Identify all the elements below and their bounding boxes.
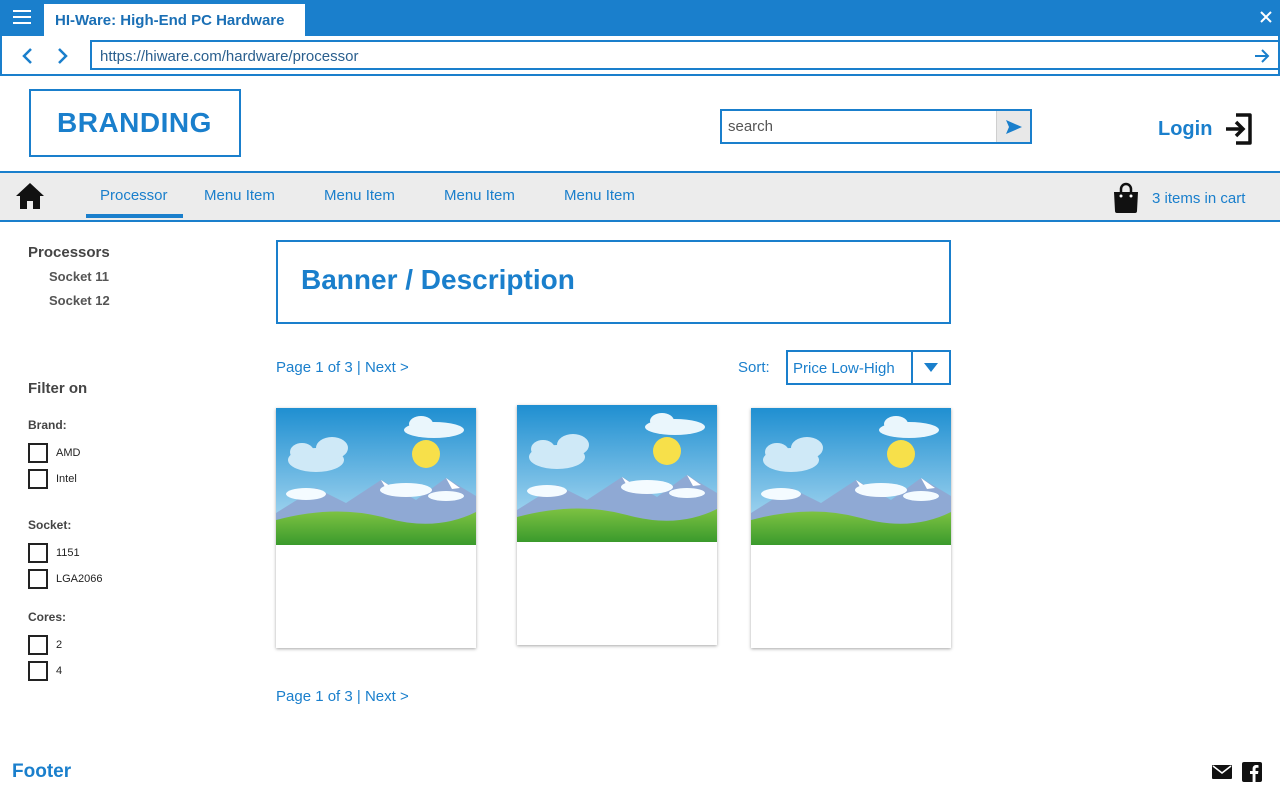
sort-dropdown[interactable]: Price Low-High bbox=[786, 350, 951, 385]
checkbox-label: AMD bbox=[56, 447, 81, 459]
home-icon[interactable] bbox=[14, 181, 46, 213]
nav-item-5[interactable]: Menu Item bbox=[564, 187, 635, 204]
search-submit-button[interactable] bbox=[996, 111, 1030, 142]
subcategory-socket-12[interactable]: Socket 12 bbox=[49, 293, 110, 308]
checkbox-label: 2 bbox=[56, 639, 63, 651]
brand-text: BRANDING bbox=[57, 107, 212, 138]
product-image bbox=[517, 405, 717, 542]
chevron-down-icon[interactable] bbox=[911, 352, 949, 383]
checkbox-label: Intel bbox=[56, 473, 77, 485]
banner-text: Banner / Description bbox=[301, 264, 575, 295]
login-label: Login bbox=[1158, 117, 1213, 140]
checkbox-label: 4 bbox=[56, 665, 63, 677]
product-image bbox=[276, 408, 476, 545]
checkbox[interactable] bbox=[28, 443, 48, 463]
cart-count: 3 items in cart bbox=[1152, 189, 1246, 207]
pager-top[interactable]: Page 1 of 3 | Next > bbox=[276, 359, 409, 376]
filter-option-lga2066[interactable]: LGA2066 bbox=[28, 569, 102, 589]
hamburger-menu-icon[interactable] bbox=[0, 0, 44, 34]
checkbox[interactable] bbox=[28, 661, 48, 681]
address-bar[interactable]: https://hiware.com/hardware/processor bbox=[90, 40, 1280, 70]
category-title[interactable]: Processors bbox=[28, 244, 110, 261]
search-input[interactable] bbox=[722, 111, 996, 142]
browser-navbar: https://hiware.com/hardware/processor bbox=[0, 36, 1280, 76]
pager-bottom[interactable]: Page 1 of 3 | Next > bbox=[276, 688, 409, 705]
sort-label: Sort: bbox=[738, 359, 770, 376]
tab-title: HI-Ware: High-End PC Hardware bbox=[55, 12, 285, 29]
nav-item-4[interactable]: Menu Item bbox=[444, 187, 515, 204]
filter-option-2-cores[interactable]: 2 bbox=[28, 635, 62, 655]
mail-icon[interactable] bbox=[1212, 762, 1232, 782]
sort-value: Price Low-High bbox=[793, 360, 895, 377]
brand-logo[interactable]: BRANDING bbox=[29, 89, 241, 157]
login-button[interactable]: Login bbox=[1158, 109, 1254, 149]
nav-item-2[interactable]: Menu Item bbox=[204, 187, 275, 204]
filter-label-brand: Brand: bbox=[28, 418, 67, 432]
shopping-bag-icon bbox=[1114, 182, 1138, 213]
nav-item-3[interactable]: Menu Item bbox=[324, 187, 395, 204]
product-card[interactable] bbox=[276, 408, 476, 648]
checkbox[interactable] bbox=[28, 469, 48, 489]
login-icon bbox=[1226, 113, 1253, 145]
filter-label-socket: Socket: bbox=[28, 518, 72, 532]
filter-title: Filter on bbox=[28, 380, 88, 397]
back-arrow-icon[interactable] bbox=[14, 43, 40, 69]
checkbox[interactable] bbox=[28, 635, 48, 655]
footer-label: Footer bbox=[12, 761, 72, 782]
search-box bbox=[720, 109, 1032, 144]
send-icon bbox=[1005, 119, 1022, 134]
active-tab-indicator bbox=[86, 214, 183, 218]
nav-item-processor[interactable]: Processor bbox=[100, 187, 168, 204]
filter-option-amd[interactable]: AMD bbox=[28, 443, 80, 463]
go-arrow-icon[interactable] bbox=[1250, 44, 1274, 68]
checkbox[interactable] bbox=[28, 543, 48, 563]
product-image bbox=[751, 408, 951, 545]
filter-option-4-cores[interactable]: 4 bbox=[28, 661, 62, 681]
browser-tab[interactable]: HI-Ware: High-End PC Hardware bbox=[44, 4, 305, 36]
filter-option-intel[interactable]: Intel bbox=[28, 469, 77, 489]
banner: Banner / Description bbox=[276, 240, 951, 324]
product-card[interactable] bbox=[751, 408, 951, 648]
cart-button[interactable]: 3 items in cart bbox=[1112, 181, 1245, 215]
checkbox-label: 1151 bbox=[56, 547, 80, 559]
filter-option-1151[interactable]: 1151 bbox=[28, 543, 80, 563]
product-card[interactable] bbox=[517, 405, 717, 645]
address-url[interactable]: https://hiware.com/hardware/processor bbox=[100, 48, 358, 65]
subcategory-socket-11[interactable]: Socket 11 bbox=[49, 269, 109, 284]
close-icon[interactable] bbox=[1254, 5, 1278, 29]
main-nav: Processor Menu Item Menu Item Menu Item … bbox=[0, 171, 1280, 222]
browser-titlebar: HI-Ware: High-End PC Hardware bbox=[0, 0, 1280, 36]
forward-arrow-icon[interactable] bbox=[50, 43, 76, 69]
facebook-icon[interactable] bbox=[1242, 762, 1262, 782]
checkbox-label: LGA2066 bbox=[56, 573, 103, 585]
checkbox[interactable] bbox=[28, 569, 48, 589]
filter-label-cores: Cores: bbox=[28, 610, 67, 624]
